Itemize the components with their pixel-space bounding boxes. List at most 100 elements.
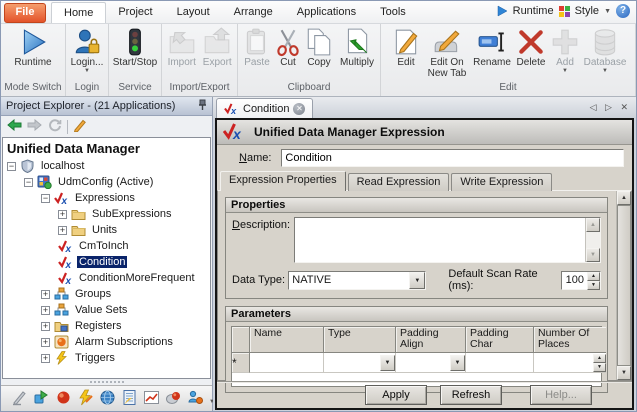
edit-button[interactable]: Edit (389, 25, 423, 68)
spin-up-icon[interactable]: ▲ (587, 272, 600, 281)
scroll-down-icon[interactable]: ▼ (617, 366, 631, 380)
tree-item-registers[interactable]: + Registers (3, 318, 210, 334)
help-button[interactable]: ? (616, 4, 630, 18)
column-header-name[interactable]: Name (250, 327, 324, 353)
cell-dropdown-icon[interactable]: ▼ (380, 355, 395, 371)
description-field[interactable]: ▲ ▼ (294, 217, 601, 263)
login-dropdown-icon[interactable]: ▼ (84, 68, 90, 75)
tree-item-groups[interactable]: + Groups (3, 286, 210, 302)
deploy-module-icon[interactable] (33, 389, 50, 409)
column-header-type[interactable]: Type (324, 327, 396, 353)
column-header-padding-char[interactable]: Padding Char (466, 327, 534, 353)
tree-item-conditionmorefrequent[interactable]: x ConditionMoreFrequent (3, 270, 210, 286)
cell-number-of-places[interactable]: ▲ ▼ (534, 353, 606, 373)
tab-expression-properties[interactable]: Expression Properties (220, 171, 346, 191)
globe-module-icon[interactable] (99, 389, 116, 409)
new-row-marker[interactable]: * (232, 353, 250, 373)
cell-padding-char[interactable] (466, 353, 534, 373)
import-button: Import (164, 25, 200, 68)
collapse-icon[interactable]: − (41, 194, 50, 203)
column-header-number-of-places[interactable]: Number Of Places (534, 327, 606, 353)
delete-button[interactable]: Delete (513, 25, 549, 68)
cell-name[interactable] (250, 353, 324, 373)
ribbon-tab-home[interactable]: Home (51, 2, 106, 23)
multiply-button[interactable]: Multiply (336, 25, 378, 68)
scan-rate-spinner[interactable]: 100 ▲ ▼ (561, 271, 601, 290)
cell-spinner[interactable]: ▲ ▼ (593, 354, 606, 372)
collapse-icon[interactable]: − (24, 178, 33, 187)
cell-padding-align[interactable]: ▼ (396, 353, 466, 373)
start-stop-button[interactable]: Start/Stop (111, 25, 159, 68)
copy-button[interactable]: Copy (302, 25, 336, 68)
close-document-icon[interactable]: ✕ (620, 102, 631, 112)
data-type-combo[interactable]: NATIVE ▼ (288, 271, 426, 290)
edit-pencil-button[interactable] (73, 119, 87, 135)
cell-dropdown-icon[interactable]: ▼ (450, 355, 465, 371)
stylus-module-icon[interactable] (11, 389, 28, 409)
spin-down-icon[interactable]: ▼ (587, 281, 600, 290)
cut-button[interactable]: Cut (274, 25, 302, 68)
tree-item-value-sets[interactable]: + Value Sets (3, 302, 210, 318)
expand-icon[interactable]: + (58, 210, 67, 219)
scroll-up-icon[interactable]: ▲ (617, 191, 631, 205)
expand-icon[interactable]: + (58, 226, 67, 235)
expand-icon[interactable]: + (41, 322, 50, 331)
tab-write-expression[interactable]: Write Expression (451, 173, 552, 191)
recipe-module-icon[interactable] (165, 389, 182, 409)
expand-icon[interactable]: + (41, 354, 50, 363)
spin-up-icon[interactable]: ▲ (593, 354, 606, 363)
expand-icon[interactable]: + (41, 290, 50, 299)
page-scrollbar[interactable]: ▲ ▼ (616, 191, 631, 380)
trend-chart-module-icon[interactable] (143, 389, 160, 409)
ribbon-tab-tools[interactable]: Tools (368, 2, 418, 23)
help-button[interactable]: Help... (530, 385, 592, 405)
tree-item-localhost[interactable]: − localhost (3, 158, 210, 174)
next-tab-icon[interactable]: ▷ (605, 102, 615, 112)
scroll-up-icon[interactable]: ▲ (586, 218, 600, 232)
combo-dropdown-icon[interactable]: ▼ (409, 272, 425, 289)
column-header-padding-align[interactable]: Padding Align (396, 327, 466, 353)
ribbon-tab-project[interactable]: Project (106, 2, 164, 23)
pin-icon[interactable] (198, 99, 207, 114)
tree-item-alarm-subscriptions[interactable]: + Alarm Subscriptions (3, 334, 210, 350)
scroll-down-icon[interactable]: ▼ (586, 248, 600, 262)
document-tab-condition[interactable]: x Condition ✕ (216, 98, 313, 118)
ribbon-tab-arrange[interactable]: Arrange (222, 2, 285, 23)
collapse-icon[interactable]: − (7, 162, 16, 171)
rename-button[interactable]: Rename (471, 25, 513, 68)
name-input[interactable] (281, 149, 624, 167)
runtime-quick-button[interactable]: Runtime (513, 5, 554, 17)
expand-icon[interactable]: + (41, 338, 50, 347)
file-tab[interactable]: File (4, 3, 46, 23)
back-button[interactable] (6, 119, 22, 134)
tree-item-condition-selected[interactable]: x Condition (3, 254, 210, 270)
report-module-icon[interactable] (121, 389, 138, 409)
description-scrollbar[interactable]: ▲ ▼ (585, 218, 600, 262)
tab-close-icon[interactable]: ✕ (293, 103, 305, 115)
ribbon-tab-layout[interactable]: Layout (165, 2, 222, 23)
scrollbar-thumb[interactable] (617, 205, 631, 366)
apply-button[interactable]: Apply (365, 385, 427, 405)
tree-item-triggers[interactable]: + Triggers (3, 350, 210, 366)
tree-item-expressions[interactable]: − x Expressions (3, 190, 210, 206)
refresh-button[interactable]: Refresh (440, 385, 502, 405)
alarm-module-icon[interactable] (55, 389, 72, 409)
login-button[interactable]: Login... ▼ (68, 25, 106, 75)
runtime-button[interactable]: Runtime (5, 25, 61, 68)
spin-down-icon[interactable]: ▼ (593, 363, 606, 372)
properties-header: Properties (226, 198, 607, 213)
cell-type[interactable]: ▼ (324, 353, 396, 373)
script-event-module-icon[interactable] (77, 389, 94, 409)
edit-on-new-tab-button[interactable]: Edit On New Tab (423, 25, 471, 79)
style-dropdown-icon[interactable]: ▼ (604, 8, 611, 15)
tree-item-units[interactable]: + Units (3, 222, 210, 238)
expand-icon[interactable]: + (41, 306, 50, 315)
tree-item-udmconfig[interactable]: − UdmConfig (Active) (3, 174, 210, 190)
style-button[interactable]: Style (575, 5, 599, 17)
ribbon-tab-applications[interactable]: Applications (285, 2, 368, 23)
tree-item-subexpressions[interactable]: + SubExpressions (3, 206, 210, 222)
users-module-icon[interactable] (187, 389, 204, 409)
prev-tab-icon[interactable]: ◁ (590, 102, 600, 112)
tab-read-expression[interactable]: Read Expression (348, 173, 450, 191)
tree-item-cmtoinch[interactable]: x CmToInch (3, 238, 210, 254)
